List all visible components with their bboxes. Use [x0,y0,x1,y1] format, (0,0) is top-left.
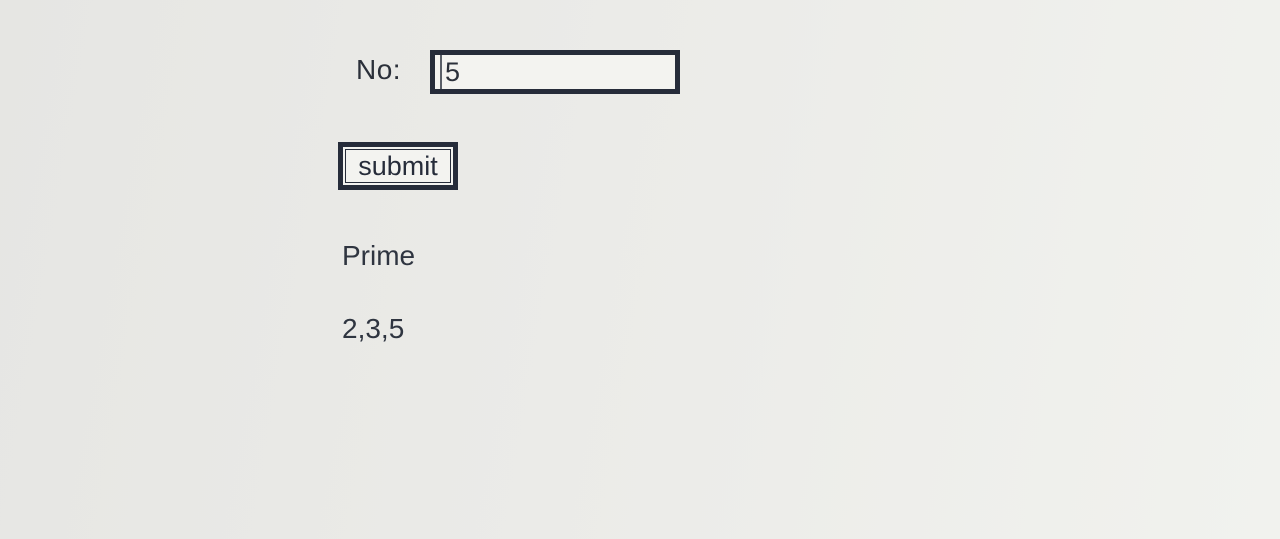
no-input[interactable] [430,50,680,94]
submit-button[interactable]: submit [338,142,458,190]
result-value: 2,3,5 [342,313,405,344]
no-label: No: [356,54,402,85]
input-caret [440,55,442,89]
result-title: Prime [342,240,416,271]
page: No: submit Prime 2,3,5 [0,0,1280,539]
